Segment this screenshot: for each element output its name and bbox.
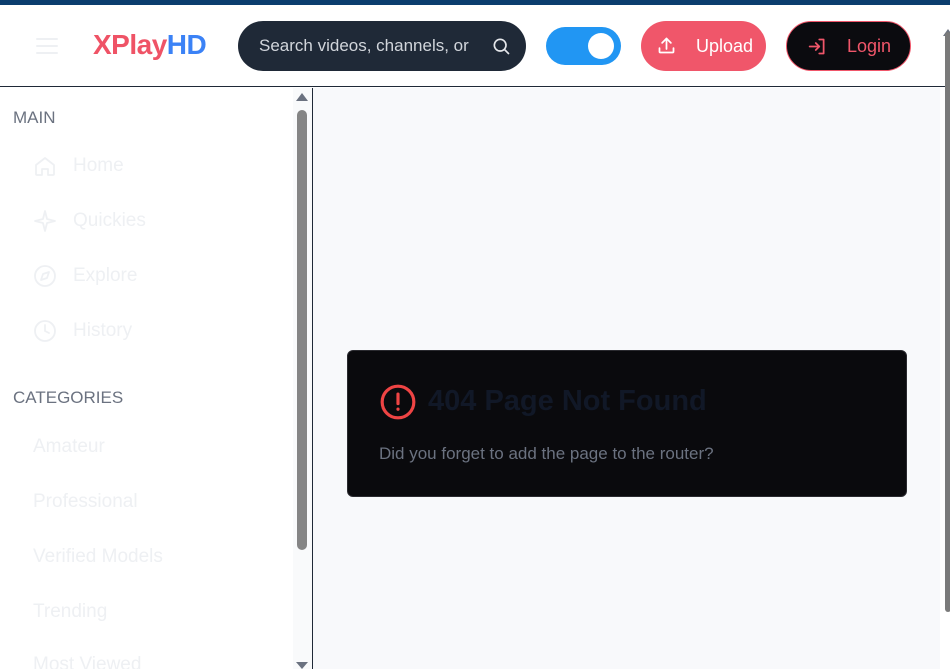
sidebar-item-explore[interactable]: Explore bbox=[33, 261, 137, 291]
main-content: 404 Page Not Found Did you forget to add… bbox=[313, 88, 940, 669]
sidebar-item-label: Explore bbox=[73, 265, 138, 286]
toggle-knob bbox=[588, 33, 614, 59]
error-message: Did you forget to add the page to the ro… bbox=[379, 444, 714, 463]
search-icon[interactable] bbox=[491, 36, 511, 56]
category-item-trending[interactable]: Trending bbox=[33, 601, 107, 623]
logo-text-xplay: XPlay bbox=[93, 29, 167, 60]
theme-toggle[interactable] bbox=[546, 27, 621, 65]
search-input[interactable] bbox=[259, 36, 477, 56]
menu-toggle-button[interactable] bbox=[36, 38, 58, 54]
sidebar-item-label: Home bbox=[73, 155, 124, 176]
login-button[interactable]: Login bbox=[786, 21, 911, 71]
sidebar-item-home[interactable]: Home bbox=[33, 151, 124, 181]
category-item-verified-models[interactable]: Verified Models bbox=[33, 546, 163, 568]
sidebar-scroll-thumb[interactable] bbox=[297, 110, 307, 550]
upload-button[interactable]: Upload bbox=[641, 21, 766, 71]
sidebar: MAIN Home Quickies Explore History CATEG… bbox=[0, 88, 293, 669]
upload-icon bbox=[658, 37, 675, 54]
sparkle-icon bbox=[34, 210, 56, 232]
login-icon bbox=[808, 38, 825, 55]
sidebar-item-label: Quickies bbox=[73, 210, 146, 231]
compass-icon bbox=[34, 265, 56, 287]
search-bar bbox=[238, 21, 526, 71]
alert-circle-icon bbox=[380, 384, 416, 420]
sidebar-section-main-title: MAIN bbox=[13, 108, 56, 127]
menu-line bbox=[36, 45, 58, 47]
login-label: Login bbox=[847, 36, 892, 56]
error-title: 404 Page Not Found bbox=[428, 385, 707, 417]
category-item-most-viewed[interactable]: Most Viewed bbox=[33, 654, 141, 669]
upload-label: Upload bbox=[696, 36, 754, 56]
sidebar-item-history[interactable]: History bbox=[33, 316, 132, 346]
sidebar-scroll-down-arrow[interactable] bbox=[296, 662, 308, 669]
menu-line bbox=[36, 52, 58, 54]
sidebar-scroll-up-arrow[interactable] bbox=[296, 93, 308, 101]
sidebar-section-categories-title: CATEGORIES bbox=[13, 388, 124, 407]
page-scroll-thumb[interactable] bbox=[945, 32, 950, 612]
sidebar-item-quickies[interactable]: Quickies bbox=[33, 206, 146, 236]
top-header: XPlayHD Upload Login bbox=[0, 5, 950, 87]
logo-text-hd: HD bbox=[166, 29, 207, 60]
menu-line bbox=[36, 38, 58, 40]
site-logo[interactable]: XPlayHD bbox=[93, 29, 207, 61]
sidebar-scrollbar[interactable] bbox=[293, 88, 312, 669]
home-icon bbox=[35, 157, 55, 176]
sidebar-item-label: History bbox=[73, 320, 133, 341]
page-scrollbar[interactable] bbox=[940, 22, 950, 669]
category-item-professional[interactable]: Professional bbox=[33, 491, 138, 513]
error-card: 404 Page Not Found Did you forget to add… bbox=[347, 350, 907, 497]
category-item-amateur[interactable]: Amateur bbox=[33, 436, 105, 458]
clock-icon bbox=[34, 320, 56, 342]
